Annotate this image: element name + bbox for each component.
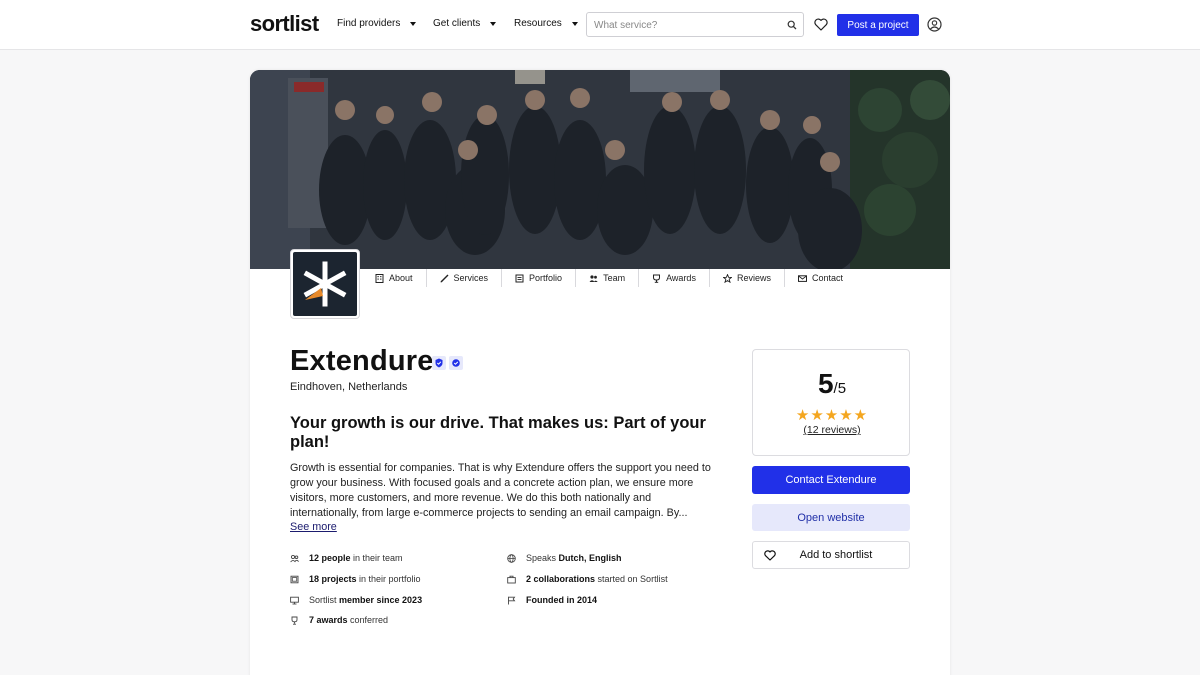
rating-summary: 5/5 ★★★★★ (12 reviews) bbox=[752, 349, 910, 456]
chevron-down-icon bbox=[490, 21, 497, 26]
mail-icon bbox=[797, 274, 807, 282]
open-website-button[interactable]: Open website bbox=[752, 504, 910, 531]
fact-team-size-value: 12 people bbox=[309, 553, 351, 563]
see-more-link[interactable]: See more bbox=[290, 521, 337, 533]
pencil-icon bbox=[440, 274, 449, 282]
monitor-icon bbox=[290, 596, 299, 604]
team-photo-banner bbox=[250, 70, 950, 269]
fact-languages-value: Dutch, English bbox=[558, 553, 622, 563]
star-icon: ★ bbox=[824, 407, 840, 424]
fact-member-value: member since 2023 bbox=[339, 595, 423, 605]
add-to-shortlist-button[interactable]: Add to shortlist bbox=[752, 541, 910, 569]
chevron-down-icon bbox=[410, 21, 417, 26]
flag-icon bbox=[508, 596, 516, 604]
fact-portfolio-value: 18 projects bbox=[309, 574, 357, 584]
portfolio-icon bbox=[290, 575, 299, 583]
fact-portfolio-text: in their portfolio bbox=[356, 574, 421, 584]
contact-provider-button[interactable]: Contact Extendure bbox=[752, 466, 910, 494]
rating-score: 5/5 bbox=[753, 368, 911, 400]
post-project-button[interactable]: Post a project bbox=[837, 14, 919, 36]
nav-get-clients[interactable]: Get clients bbox=[433, 18, 497, 29]
people-icon bbox=[290, 554, 299, 562]
fact-collaborations-value: 2 collaborations bbox=[526, 574, 596, 584]
rating-stars: ★★★★★ bbox=[753, 406, 911, 424]
fact-languages: Speaks Dutch, English bbox=[507, 553, 622, 563]
award-icon bbox=[653, 274, 661, 283]
nav-resources[interactable]: Resources bbox=[514, 18, 578, 29]
tab-portfolio-label: Portfolio bbox=[529, 273, 563, 283]
briefcase-icon bbox=[507, 575, 516, 583]
company-description: Growth is essential for companies. That … bbox=[290, 462, 711, 519]
tab-awards-label: Awards bbox=[666, 273, 696, 283]
fact-awards-value: 7 awards bbox=[309, 615, 348, 625]
trophy-icon bbox=[291, 616, 298, 625]
nav-get-clients-label: Get clients bbox=[433, 18, 481, 29]
fact-collaborations-text: started on Sortlist bbox=[595, 574, 668, 584]
globe-icon bbox=[507, 553, 516, 563]
search-icon[interactable] bbox=[787, 20, 797, 30]
building-icon bbox=[375, 273, 384, 283]
tab-about-label: About bbox=[389, 273, 413, 283]
nav-find-providers[interactable]: Find providers bbox=[337, 18, 417, 29]
fact-awards: 7 awards conferred bbox=[290, 615, 388, 625]
team-photo bbox=[250, 70, 950, 269]
portfolio-icon bbox=[515, 274, 524, 282]
fact-languages-prefix: Speaks bbox=[526, 553, 559, 563]
star-icon: ★ bbox=[810, 407, 825, 424]
fact-collaborations: 2 collaborations started on Sortlist bbox=[507, 574, 668, 584]
fact-founded-value: Founded in 2014 bbox=[526, 595, 598, 605]
top-navigation-bar: sortlist Find providers Get clients Reso… bbox=[0, 0, 1200, 50]
add-to-shortlist-label: Add to shortlist bbox=[799, 549, 873, 561]
service-search bbox=[586, 12, 804, 37]
premium-badge-icon bbox=[449, 356, 463, 370]
star-icon bbox=[722, 273, 732, 283]
sortlist-logo[interactable]: sortlist bbox=[250, 11, 319, 37]
tab-reviews[interactable]: Reviews bbox=[710, 269, 785, 287]
chevron-down-icon bbox=[571, 21, 578, 26]
company-name: Extendure bbox=[290, 345, 434, 377]
fact-founded: Founded in 2014 bbox=[507, 595, 597, 605]
nav-resources-label: Resources bbox=[514, 18, 562, 29]
search-input[interactable] bbox=[594, 17, 774, 33]
verified-badge-icon bbox=[432, 356, 446, 370]
fact-team-size-text: in their team bbox=[350, 553, 403, 563]
profile-tabs: About Services Portfolio Team Awards Rev… bbox=[362, 269, 856, 289]
fact-awards-text: conferred bbox=[347, 615, 389, 625]
star-icon: ★ bbox=[795, 407, 811, 424]
reviews-count-link[interactable]: (12 reviews) bbox=[753, 424, 911, 436]
tab-team[interactable]: Team bbox=[576, 269, 640, 287]
tab-team-label: Team bbox=[603, 273, 626, 283]
fact-team-size: 12 people in their team bbox=[290, 553, 403, 563]
star-icon: ★ bbox=[853, 407, 869, 424]
nav-find-providers-label: Find providers bbox=[337, 18, 401, 29]
tab-about[interactable]: About bbox=[362, 269, 427, 287]
tab-services[interactable]: Services bbox=[427, 269, 503, 287]
heart-icon[interactable] bbox=[814, 18, 828, 31]
fact-portfolio: 18 projects in their portfolio bbox=[290, 574, 421, 584]
rating-out-of: /5 bbox=[833, 380, 847, 397]
tab-awards[interactable]: Awards bbox=[639, 269, 710, 287]
tab-contact[interactable]: Contact bbox=[785, 269, 856, 287]
rating-score-value: 5 bbox=[817, 368, 834, 399]
tab-portfolio[interactable]: Portfolio bbox=[502, 269, 577, 287]
company-logo bbox=[290, 249, 360, 319]
tab-services-label: Services bbox=[453, 273, 489, 283]
star-icon: ★ bbox=[839, 407, 854, 424]
fact-member-prefix: Sortlist bbox=[309, 595, 340, 605]
team-icon bbox=[589, 274, 598, 282]
company-location: Eindhoven, Netherlands bbox=[290, 381, 408, 393]
user-account-icon[interactable] bbox=[927, 17, 942, 32]
tab-reviews-label: Reviews bbox=[736, 273, 771, 283]
extendure-logo bbox=[303, 261, 347, 307]
company-tagline: Your growth is our drive. That makes us:… bbox=[290, 414, 706, 451]
fact-member-since: Sortlist member since 2023 bbox=[290, 595, 422, 605]
tab-contact-label: Contact bbox=[811, 273, 843, 283]
